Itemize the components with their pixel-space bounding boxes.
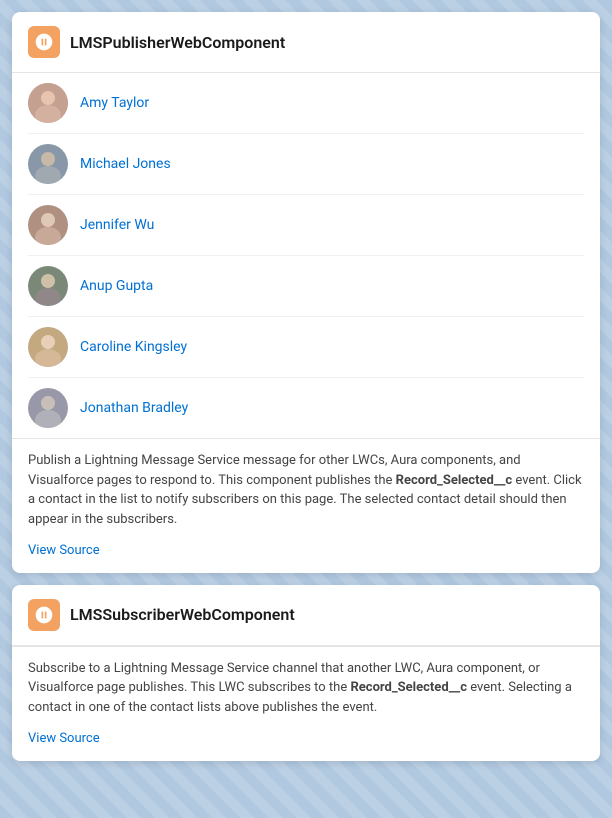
publisher-card: LMSPublisherWebComponent Amy Taylor: [12, 12, 600, 573]
subscriber-view-source-link[interactable]: View Source: [28, 729, 100, 749]
avatar-amy: [28, 83, 68, 123]
contact-name-caroline[interactable]: Caroline Kingsley: [80, 339, 187, 355]
publisher-icon: [28, 26, 60, 58]
contact-name-michael[interactable]: Michael Jones: [80, 156, 171, 172]
publisher-description: Publish a Lightning Message Service mess…: [12, 438, 600, 573]
avatar-jennifer: [28, 205, 68, 245]
contact-item-jennifer[interactable]: Jennifer Wu: [28, 195, 584, 256]
subscriber-description-text: Subscribe to a Lightning Message Service…: [28, 659, 584, 718]
subscriber-icon: [28, 599, 60, 631]
contact-name-anup[interactable]: Anup Gupta: [80, 278, 153, 294]
contact-list: Amy Taylor Michael Jones J: [12, 73, 600, 438]
publisher-description-text: Publish a Lightning Message Service mess…: [28, 451, 584, 529]
publisher-event-name: Record_Selected__c: [396, 473, 513, 488]
avatar-michael: [28, 144, 68, 184]
contact-name-amy[interactable]: Amy Taylor: [80, 95, 149, 111]
subscriber-description: Subscribe to a Lightning Message Service…: [12, 646, 600, 761]
subscriber-card-title: LMSSubscriberWebComponent: [70, 605, 295, 624]
subscriber-card: LMSSubscriberWebComponent Subscribe to a…: [12, 585, 600, 761]
publisher-card-header: LMSPublisherWebComponent: [12, 12, 600, 73]
contact-item-amy[interactable]: Amy Taylor: [28, 73, 584, 134]
avatar-jonathan: [28, 388, 68, 428]
avatar-anup: [28, 266, 68, 306]
contact-item-caroline[interactable]: Caroline Kingsley: [28, 317, 584, 378]
subscriber-card-header: LMSSubscriberWebComponent: [12, 585, 600, 646]
contact-name-jennifer[interactable]: Jennifer Wu: [80, 217, 154, 233]
contact-item-michael[interactable]: Michael Jones: [28, 134, 584, 195]
contact-name-jonathan[interactable]: Jonathan Bradley: [80, 400, 188, 416]
subscriber-event-name: Record_Selected__c: [350, 680, 467, 695]
publisher-view-source-link[interactable]: View Source: [28, 541, 100, 561]
contact-item-jonathan[interactable]: Jonathan Bradley: [28, 378, 584, 438]
contact-item-anup[interactable]: Anup Gupta: [28, 256, 584, 317]
publisher-card-title: LMSPublisherWebComponent: [70, 33, 285, 52]
avatar-caroline: [28, 327, 68, 367]
